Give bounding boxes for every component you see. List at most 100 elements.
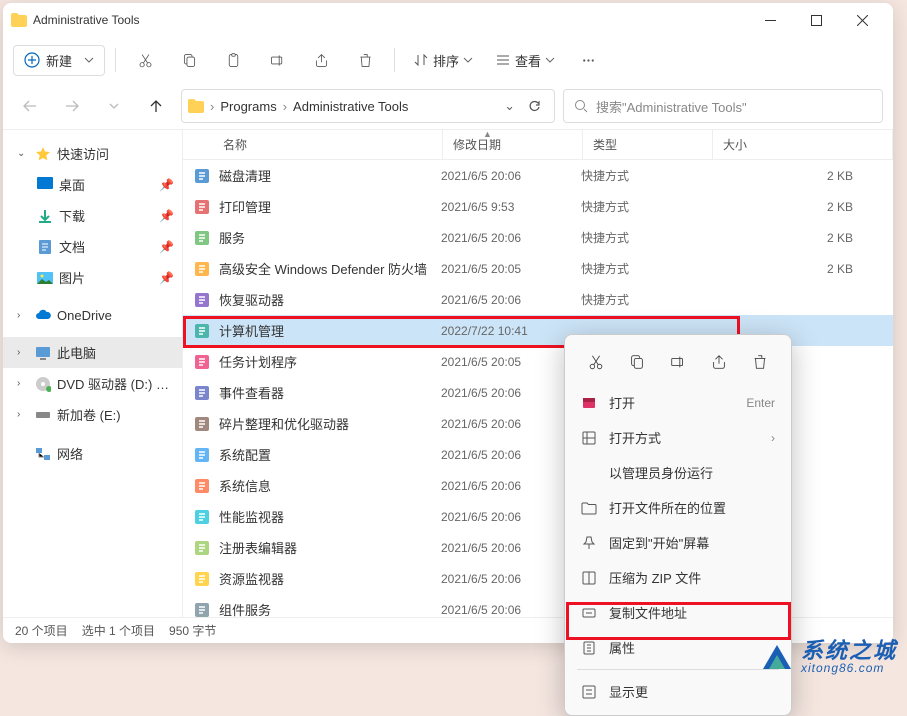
ctx-show-more[interactable]: 显示更 [571,674,785,709]
ctx-copy-path[interactable]: 复制文件地址 [571,595,785,630]
ctx-cut-button[interactable] [579,347,613,377]
sidebar-item-dvd[interactable]: › DVD 驱动器 (D:) CO [3,368,182,399]
ctx-open-with[interactable]: 打开方式 › [571,420,785,455]
file-date: 2021/6/5 20:06 [441,541,581,555]
sidebar-item-downloads[interactable]: 下载 📌 [3,200,182,231]
file-date: 2022/7/22 10:41 [441,324,581,338]
file-date: 2021/6/5 20:05 [441,355,581,369]
file-icon [193,229,211,247]
file-size: 2 KB [711,200,883,214]
file-icon [193,570,211,588]
maximize-button[interactable] [793,3,839,37]
back-button[interactable] [13,89,47,123]
file-row[interactable]: 恢复驱动器2021/6/5 20:06快捷方式 [183,284,893,315]
sidebar-item-documents[interactable]: 文档 📌 [3,231,182,262]
sort-label: 排序 [433,51,459,70]
file-date: 2021/6/5 20:06 [441,448,581,462]
sidebar-item-onedrive[interactable]: › OneDrive [3,301,182,329]
view-label: 查看 [515,51,541,70]
delete-button[interactable] [346,42,384,78]
file-type: 快捷方式 [581,260,711,277]
sidebar-item-this-pc[interactable]: › 此电脑 [3,337,182,368]
close-button[interactable] [839,3,885,37]
column-type[interactable]: 类型 [583,130,713,159]
search-placeholder: 搜索"Administrative Tools" [596,97,747,116]
more-button[interactable] [569,42,607,78]
new-button[interactable]: 新建 [13,45,105,76]
view-button[interactable]: 查看 [487,46,563,75]
chevron-right-icon[interactable]: › [17,409,29,420]
share-button[interactable] [302,42,340,78]
file-row[interactable]: 服务2021/6/5 20:06快捷方式2 KB [183,222,893,253]
ctx-run-as-admin[interactable]: 以管理员身份运行 [571,455,785,490]
chevron-down-icon [545,57,555,63]
ctx-share-button[interactable] [702,347,736,377]
breadcrumb[interactable]: Programs [220,99,276,114]
file-date: 2021/6/5 20:06 [441,603,581,617]
chevron-right-icon[interactable]: › [17,310,29,321]
file-type: 快捷方式 [581,291,711,308]
chevron-down-icon[interactable]: ⌄ [504,98,515,114]
refresh-icon[interactable] [527,99,542,114]
file-name: 任务计划程序 [219,352,297,371]
column-headers: ▲ 名称 修改日期 类型 大小 [183,130,893,160]
file-date: 2021/6/5 20:06 [441,169,581,183]
ctx-copy-button[interactable] [620,347,654,377]
ctx-rename-button[interactable] [661,347,695,377]
new-label: 新建 [46,51,72,70]
column-name[interactable]: 名称 [183,130,443,159]
paste-button[interactable] [214,42,252,78]
rename-button[interactable] [258,42,296,78]
sidebar-item-desktop[interactable]: 桌面 📌 [3,169,182,200]
sidebar-item-quick-access[interactable]: ⌄ 快速访问 [3,138,182,169]
ctx-delete-button[interactable] [743,347,777,377]
sidebar-item-volume[interactable]: › 新加卷 (E:) [3,399,182,430]
copy-button[interactable] [170,42,208,78]
file-date: 2021/6/5 20:06 [441,231,581,245]
file-date: 2021/6/5 20:06 [441,572,581,586]
address-row: › Programs › Administrative Tools ⌄ 搜索"A… [3,83,893,129]
file-row[interactable]: 打印管理2021/6/5 9:53快捷方式2 KB [183,191,893,222]
watermark: 系统之城 xitong86.com [759,639,897,675]
file-row[interactable]: 磁盘清理2021/6/5 20:06快捷方式2 KB [183,160,893,191]
file-row[interactable]: 高级安全 Windows Defender 防火墙2021/6/5 20:05快… [183,253,893,284]
column-modified[interactable]: 修改日期 [443,130,583,159]
star-icon [35,146,51,162]
file-date: 2021/6/5 20:06 [441,479,581,493]
navigation-pane: ⌄ 快速访问 桌面 📌 下载 📌 文档 📌 图片 [3,130,183,617]
ctx-properties[interactable]: 属性 [571,630,785,665]
chevron-right-icon: › [283,99,287,114]
window-title: Administrative Tools [33,13,747,27]
open-icon [581,395,597,411]
recent-button[interactable] [97,89,131,123]
address-bar[interactable]: › Programs › Administrative Tools ⌄ [181,89,555,123]
folder-icon [581,500,597,516]
minimize-button[interactable] [747,3,793,37]
forward-button[interactable] [55,89,89,123]
more-icon [581,684,597,700]
chevron-right-icon[interactable]: › [17,378,29,389]
up-button[interactable] [139,89,173,123]
file-name: 注册表编辑器 [219,538,297,557]
ctx-pin-to-start[interactable]: 固定到"开始"屏幕 [571,525,785,560]
ctx-open-location[interactable]: 打开文件所在的位置 [571,490,785,525]
column-size[interactable]: 大小 [713,130,893,159]
chevron-down-icon[interactable]: ⌄ [17,148,29,159]
file-name: 碎片整理和优化驱动器 [219,414,349,433]
file-name: 组件服务 [219,600,271,617]
breadcrumb[interactable]: Administrative Tools [293,99,408,114]
status-selection: 选中 1 个项目 [82,622,155,639]
open-with-icon [581,430,597,446]
ctx-open[interactable]: 打开 Enter [571,385,785,420]
sidebar-item-network[interactable]: › 网络 [3,438,182,469]
search-icon [574,99,588,113]
cut-button[interactable] [126,42,164,78]
chevron-right-icon[interactable]: › [17,347,29,358]
sort-button[interactable]: 排序 [405,46,481,75]
search-input[interactable]: 搜索"Administrative Tools" [563,89,883,123]
file-icon [193,508,211,526]
sidebar-item-pictures[interactable]: 图片 📌 [3,262,182,293]
file-type: 快捷方式 [581,198,711,215]
ctx-compress-zip[interactable]: 压缩为 ZIP 文件 [571,560,785,595]
file-date: 2021/6/5 20:06 [441,293,581,307]
